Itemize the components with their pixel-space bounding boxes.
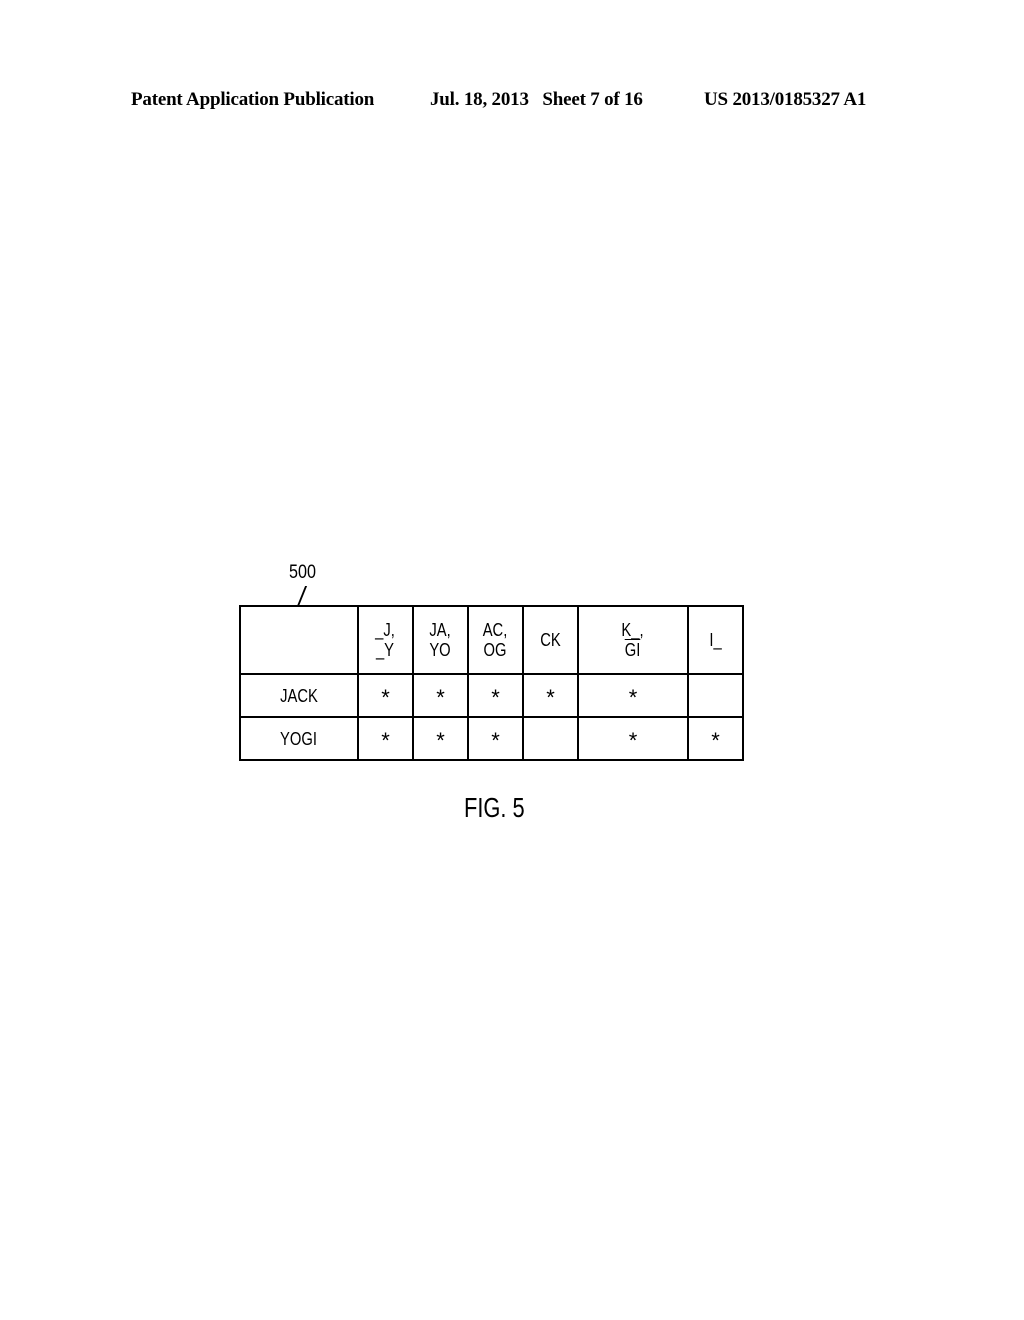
header-cell: I_: [687, 605, 744, 675]
table-cell: *: [522, 673, 579, 718]
header-cell: JA, YO: [412, 605, 469, 675]
table-cell: *: [687, 716, 744, 761]
patent-number: US 2013/0185327 A1: [704, 89, 867, 110]
table-header-row: _J, _Y JA, YO AC, OG CK K_, GI I_: [239, 605, 744, 675]
table-cell: *: [467, 673, 524, 718]
table-cell: [522, 716, 579, 761]
table-cell: *: [467, 716, 524, 761]
header-cell: _J, _Y: [357, 605, 414, 675]
row-label: JACK: [239, 673, 359, 718]
table-cell: *: [577, 673, 689, 718]
table-cell: *: [357, 716, 414, 761]
header-cell: CK: [522, 605, 579, 675]
table-cell: *: [357, 673, 414, 718]
table-row: YOGI * * * * *: [239, 716, 744, 761]
table-row: JACK * * * * *: [239, 673, 744, 718]
table-cell: *: [412, 673, 469, 718]
reference-leader-line: [297, 586, 308, 606]
header-cell-empty: [239, 605, 359, 675]
bigram-table: _J, _Y JA, YO AC, OG CK K_, GI I_ JACK * * *…: [239, 605, 744, 761]
row-label: YOGI: [239, 716, 359, 761]
publication-title: Patent Application Publication: [131, 89, 375, 110]
table-cell: [687, 673, 744, 718]
figure-caption: FIG. 5: [464, 792, 525, 823]
header-cell: AC, OG: [467, 605, 524, 675]
reference-numeral: 500: [289, 562, 316, 583]
header-cell: K_, GI: [577, 605, 689, 675]
table-cell: *: [412, 716, 469, 761]
date-and-sheet: Jul. 18, 2013 Sheet 7 of 16: [430, 89, 643, 110]
table-cell: *: [577, 716, 689, 761]
